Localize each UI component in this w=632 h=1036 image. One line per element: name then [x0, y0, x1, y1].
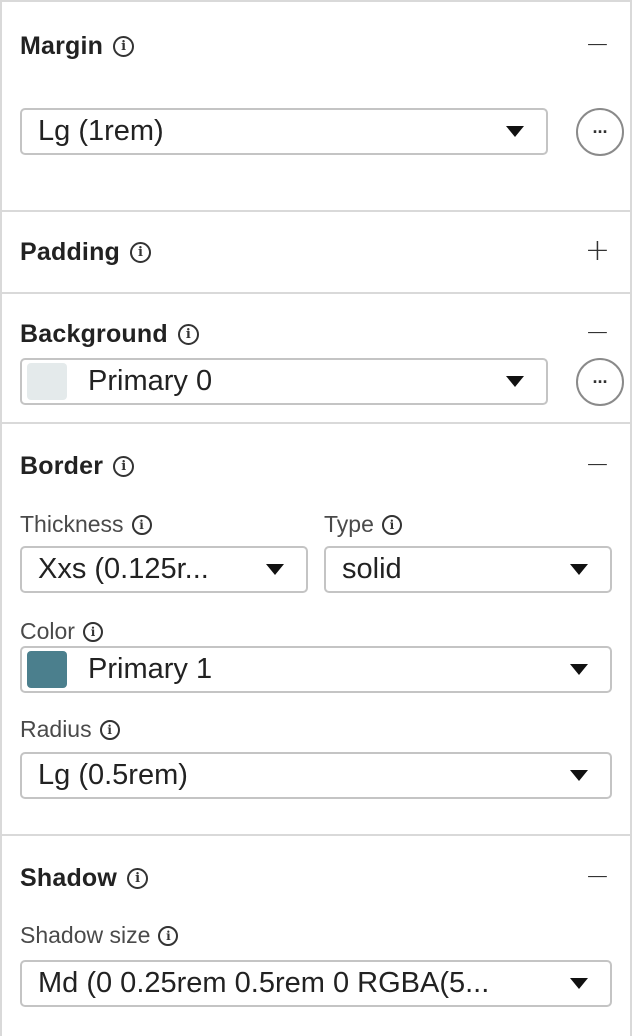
shadow-size-label-text: Shadow size — [20, 922, 151, 948]
chevron-down-icon — [506, 376, 524, 387]
padding-title: Padding — [20, 238, 121, 266]
border-color-select[interactable]: Primary 1 — [20, 646, 612, 693]
radius-select-value: Lg (0.5rem) — [38, 759, 188, 791]
shadow-size-select[interactable]: Md (0 0.25rem 0.5rem 0 RGBA(5... — [20, 960, 612, 1007]
border-header: Border i — [20, 452, 135, 481]
collapse-border-button[interactable]: − — [585, 450, 610, 480]
collapse-shadow-button[interactable]: − — [585, 862, 610, 892]
border-color-select-value: Primary 1 — [88, 653, 213, 685]
collapse-margin-button[interactable]: − — [585, 30, 610, 60]
chevron-down-icon — [506, 126, 524, 137]
shadow-size-label: Shadow size i — [20, 922, 179, 949]
chevron-down-icon — [570, 564, 588, 575]
info-icon[interactable]: i — [131, 514, 152, 535]
color-swatch — [27, 363, 67, 400]
shadow-section: Shadow i − Shadow size i Md (0 0.25rem 0… — [2, 836, 630, 1036]
type-label: Type i — [324, 511, 402, 538]
background-header: Background i — [20, 320, 199, 349]
padding-section: Padding i + — [2, 212, 630, 294]
margin-select[interactable]: Lg (1rem) — [20, 108, 548, 155]
info-icon[interactable]: i — [82, 621, 103, 642]
type-label-text: Type — [324, 511, 374, 537]
padding-header: Padding i — [20, 238, 152, 267]
info-icon[interactable]: i — [158, 925, 179, 946]
info-icon[interactable]: i — [381, 514, 402, 535]
info-icon[interactable]: i — [99, 719, 120, 740]
margin-section: Margin i − Lg (1rem) ··· — [2, 2, 630, 212]
margin-header: Margin i — [20, 32, 135, 61]
info-icon[interactable]: i — [113, 36, 135, 57]
info-icon[interactable]: i — [177, 324, 199, 345]
chevron-down-icon — [266, 564, 284, 575]
collapse-background-button[interactable]: − — [585, 318, 610, 348]
shadow-header: Shadow i — [20, 864, 149, 893]
chevron-down-icon — [570, 770, 588, 781]
margin-title: Margin — [20, 32, 104, 60]
color-label: Color i — [20, 618, 103, 645]
thickness-label-text: Thickness — [20, 511, 124, 537]
background-title: Background — [20, 320, 168, 348]
type-select-value: solid — [342, 553, 402, 585]
color-label-text: Color — [20, 618, 75, 644]
radius-label: Radius i — [20, 716, 120, 743]
chevron-down-icon — [570, 978, 588, 989]
background-more-button[interactable]: ··· — [576, 358, 624, 406]
info-icon[interactable]: i — [113, 456, 135, 477]
color-swatch — [27, 651, 67, 688]
background-color-select[interactable]: Primary 0 — [20, 358, 548, 405]
thickness-label: Thickness i — [20, 511, 152, 538]
expand-padding-button[interactable]: + — [585, 236, 610, 266]
border-section: Border i − Thickness i Xxs (0.125r... Ty… — [2, 424, 630, 836]
margin-more-button[interactable]: ··· — [576, 108, 624, 156]
info-icon[interactable]: i — [127, 868, 149, 889]
radius-label-text: Radius — [20, 716, 92, 742]
thickness-select[interactable]: Xxs (0.125r... — [20, 546, 308, 593]
info-icon[interactable]: i — [130, 242, 152, 263]
border-title: Border — [20, 452, 104, 480]
background-select-value: Primary 0 — [88, 365, 213, 397]
shadow-size-select-value: Md (0 0.25rem 0.5rem 0 RGBA(5... — [38, 967, 490, 999]
margin-select-value: Lg (1rem) — [38, 115, 164, 147]
style-panel: Margin i − Lg (1rem) ··· Padding i + Bac… — [0, 0, 632, 1036]
background-section: Background i − Primary 0 ··· — [2, 294, 630, 424]
radius-select[interactable]: Lg (0.5rem) — [20, 752, 612, 799]
type-select[interactable]: solid — [324, 546, 612, 593]
thickness-select-value: Xxs (0.125r... — [38, 553, 209, 585]
chevron-down-icon — [570, 664, 588, 675]
shadow-title: Shadow — [20, 864, 118, 892]
